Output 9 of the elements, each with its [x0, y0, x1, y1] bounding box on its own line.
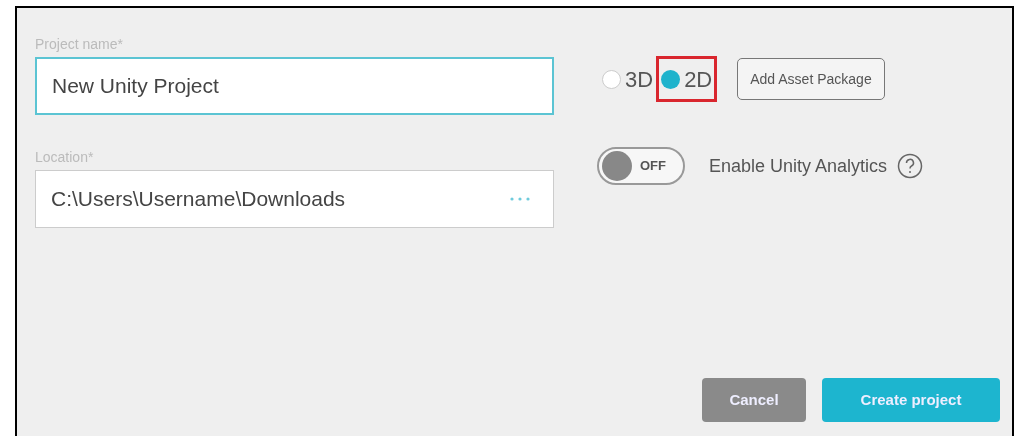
radio-option[interactable]: 3D — [599, 56, 657, 102]
analytics-toggle[interactable]: OFF — [597, 147, 685, 185]
add-asset-package-button[interactable]: Add Asset Package — [737, 58, 885, 100]
help-icon[interactable] — [897, 153, 924, 179]
analytics-label: Enable Unity Analytics — [709, 154, 888, 178]
browse-dots-icon[interactable] — [509, 196, 531, 202]
text-field[interactable]: C:\Users\Username\Downloads — [35, 170, 554, 228]
text-field[interactable]: New Unity Project — [35, 57, 554, 115]
radio-option[interactable]: 2D — [656, 56, 718, 102]
